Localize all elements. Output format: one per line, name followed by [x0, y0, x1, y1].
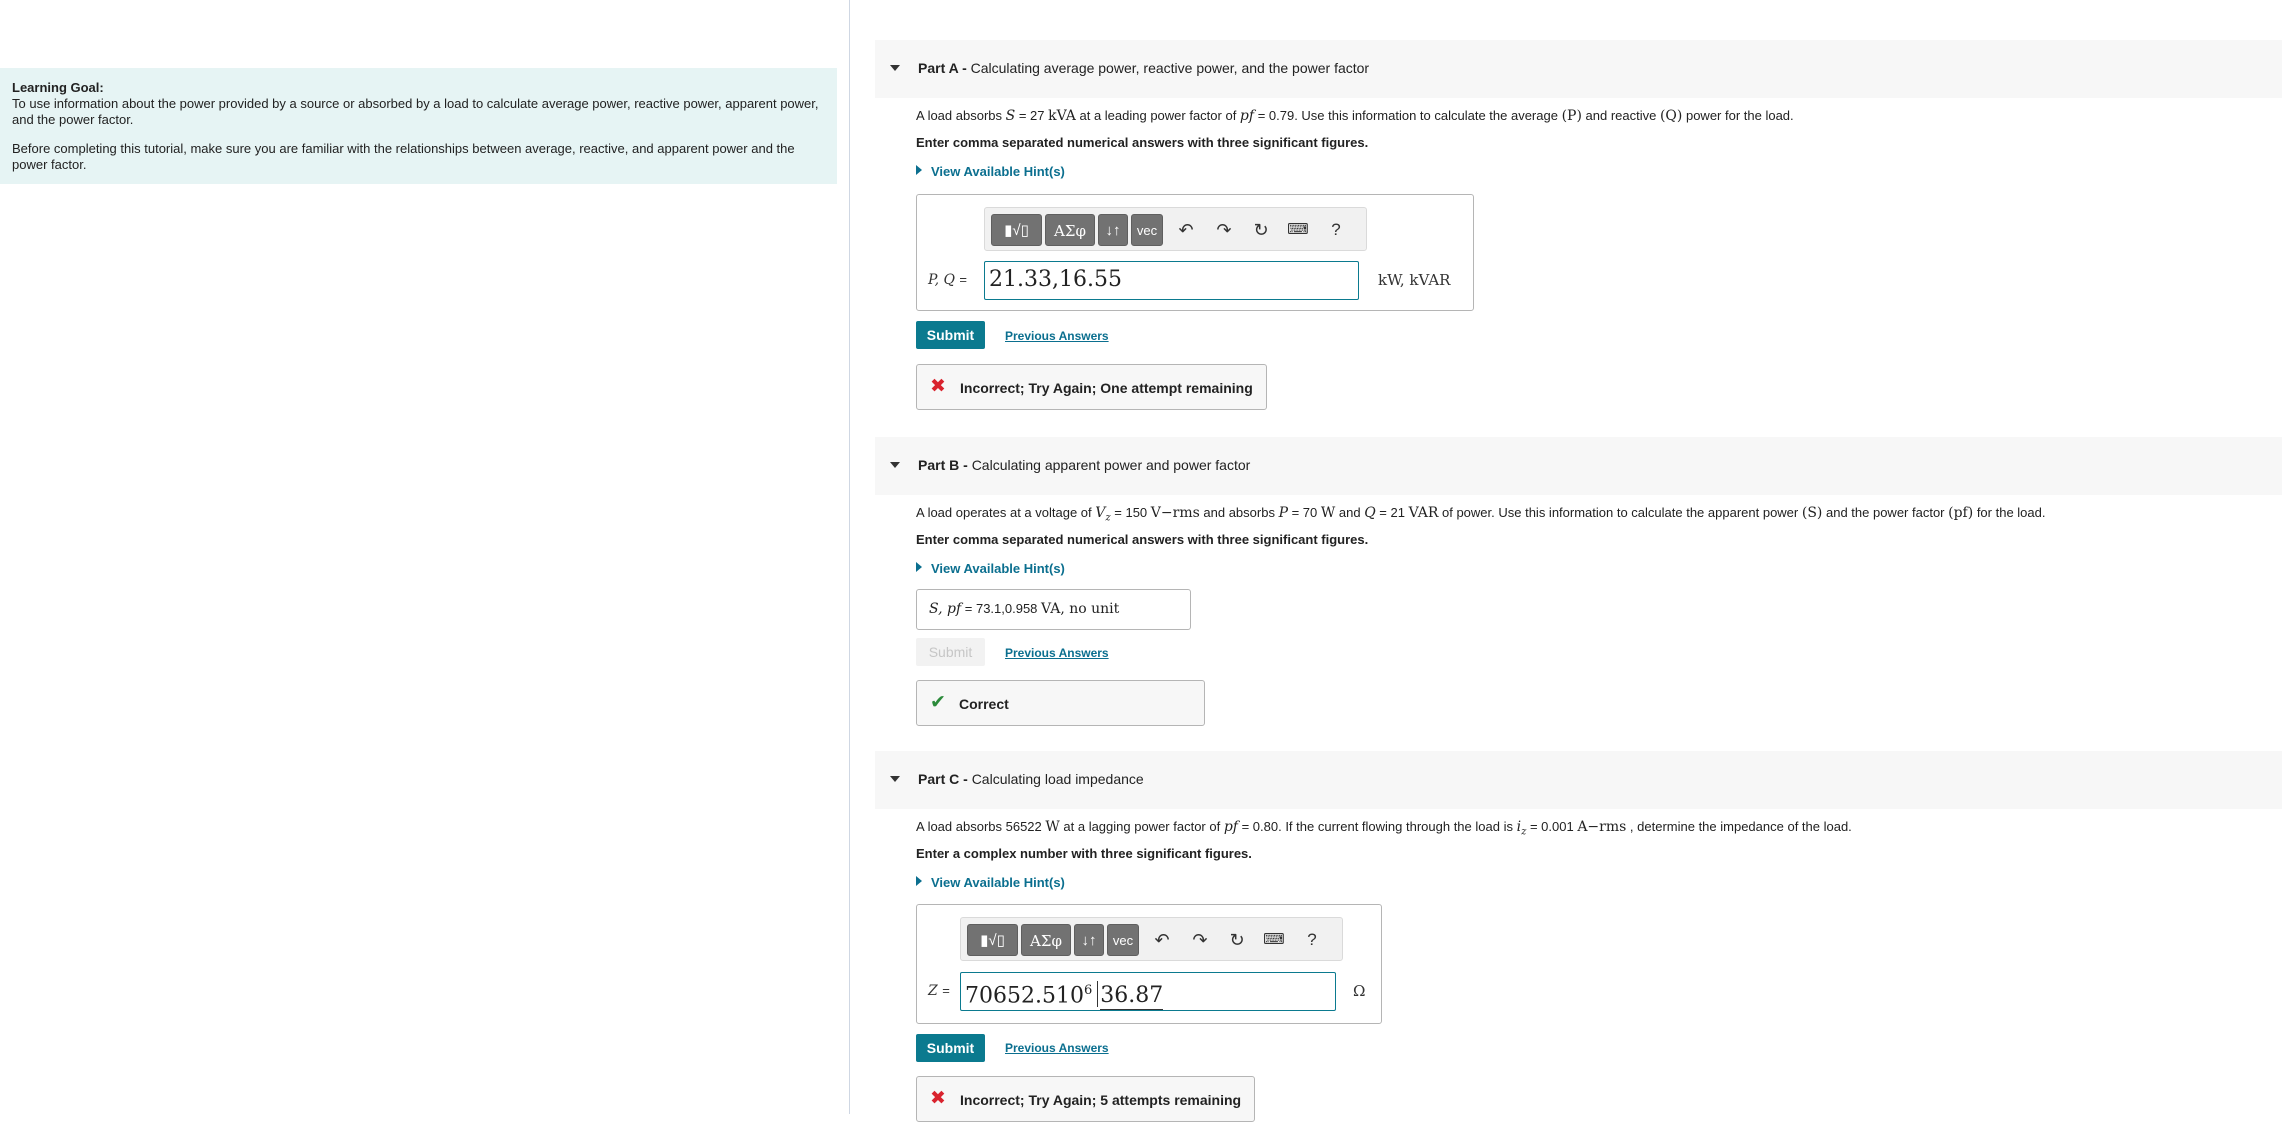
incorrect-x-icon: ✖	[930, 1088, 946, 1109]
collapse-caret-icon[interactable]	[890, 462, 900, 468]
part-b-title: Part B - Calculating apparent power and …	[918, 457, 1251, 473]
greek-symbols-button[interactable]: ΑΣφ	[1045, 214, 1095, 246]
part-b-answer-value: 73.1,0.958	[975, 601, 1038, 616]
incorrect-x-icon: ✖	[930, 376, 946, 397]
part-b-header[interactable]: Part B - Calculating apparent power and …	[875, 437, 2282, 495]
subscript-superscript-button[interactable]: ↓↑	[1098, 214, 1128, 246]
part-b-answer-display: S, pf = 73.1,0.958 VA, no unit	[916, 589, 1191, 630]
keyboard-icon[interactable]: ⌨	[1286, 218, 1310, 242]
part-c-feedback: ✖ Incorrect; Try Again; 5 attempts remai…	[916, 1076, 1255, 1122]
part-c-answer-box: ▮√▯ ΑΣφ ↓↑ vec ↶ ↷ ↻ ⌨ ? Z = 70652.5106 3…	[916, 904, 1382, 1024]
undo-icon[interactable]: ↶	[1174, 218, 1198, 242]
help-icon[interactable]: ?	[1300, 928, 1324, 952]
part-c-answer-label: Z =	[928, 983, 950, 999]
part-c-answer-input[interactable]: 70652.5106 36.87	[960, 972, 1336, 1011]
subscript-superscript-button[interactable]: ↓↑	[1074, 924, 1104, 956]
part-b-feedback-text: Correct	[959, 696, 1009, 712]
part-c-units: Ω	[1353, 982, 1366, 1000]
part-a-submit-button[interactable]: Submit	[916, 321, 985, 349]
part-c-instructions: Enter a complex number with three signif…	[916, 846, 1252, 861]
part-a-question: A load absorbs S = 27 kVA at a leading p…	[916, 108, 1794, 124]
hint-expand-icon	[916, 876, 922, 886]
learning-goal-text-2: Before completing this tutorial, make su…	[12, 141, 795, 172]
redo-icon[interactable]: ↷	[1188, 928, 1212, 952]
part-c-previous-answers-link[interactable]: Previous Answers	[1005, 1041, 1109, 1055]
part-a-header[interactable]: Part A - Calculating average power, reac…	[875, 40, 2282, 98]
learning-goal-title: Learning Goal:	[12, 80, 104, 95]
reset-icon[interactable]: ↻	[1225, 928, 1249, 952]
part-b-feedback: ✔ Correct	[916, 680, 1205, 726]
part-a-hint-link[interactable]: View Available Hint(s)	[916, 164, 1065, 179]
reset-icon[interactable]: ↻	[1249, 218, 1273, 242]
help-icon[interactable]: ?	[1324, 218, 1348, 242]
part-a-answer-label: P, Q =	[928, 272, 968, 288]
part-a-answer-input[interactable]: 21.33,16.55	[984, 261, 1359, 300]
part-c-header[interactable]: Part C - Calculating load impedance	[875, 751, 2282, 809]
greek-symbols-button[interactable]: ΑΣφ	[1021, 924, 1071, 956]
undo-icon[interactable]: ↶	[1150, 928, 1174, 952]
part-b-previous-answers-link[interactable]: Previous Answers	[1005, 646, 1109, 660]
templates-sqrt-button[interactable]: ▮√▯	[991, 214, 1042, 246]
learning-goal-text-1: To use information about the power provi…	[12, 96, 819, 127]
hint-expand-icon	[916, 562, 922, 572]
collapse-caret-icon[interactable]	[890, 65, 900, 71]
part-b-submit-button: Submit	[916, 638, 985, 666]
learning-goal-panel: Learning Goal: To use information about …	[0, 0, 850, 1114]
part-a-instructions: Enter comma separated numerical answers …	[916, 135, 1369, 150]
math-toolbar: ▮√▯ ΑΣφ ↓↑ vec ↶ ↷ ↻ ⌨ ?	[984, 207, 1367, 251]
part-a-units: kW, kVAR	[1378, 271, 1451, 289]
part-a-answer-box: ▮√▯ ΑΣφ ↓↑ vec ↶ ↷ ↻ ⌨ ? P, Q = 21.33,16…	[916, 194, 1474, 311]
part-a-feedback: ✖ Incorrect; Try Again; One attempt rema…	[916, 364, 1267, 410]
part-c-hint-link[interactable]: View Available Hint(s)	[916, 875, 1065, 890]
part-b-question: A load operates at a voltage of Vz = 150…	[916, 505, 2046, 524]
part-c-feedback-text: Incorrect; Try Again; 5 attempts remaini…	[960, 1092, 1242, 1108]
collapse-caret-icon[interactable]	[890, 776, 900, 782]
part-c-submit-button[interactable]: Submit	[916, 1034, 985, 1062]
part-a-feedback-text: Incorrect; Try Again; One attempt remain…	[960, 380, 1253, 396]
part-b-hint-link[interactable]: View Available Hint(s)	[916, 561, 1065, 576]
part-a-previous-answers-link[interactable]: Previous Answers	[1005, 329, 1109, 343]
correct-check-icon: ✔	[930, 692, 946, 713]
part-b-answer-line: S, pf = 73.1,0.958 VA, no unit	[929, 601, 1120, 617]
hint-expand-icon	[916, 165, 922, 175]
part-b-instructions: Enter comma separated numerical answers …	[916, 532, 1369, 547]
part-c-question: A load absorbs 56522 W at a lagging powe…	[916, 819, 1852, 838]
math-toolbar: ▮√▯ ΑΣφ ↓↑ vec ↶ ↷ ↻ ⌨ ?	[960, 917, 1343, 961]
vector-button[interactable]: vec	[1107, 924, 1139, 956]
keyboard-icon[interactable]: ⌨	[1262, 928, 1286, 952]
redo-icon[interactable]: ↷	[1212, 218, 1236, 242]
vector-button[interactable]: vec	[1131, 214, 1163, 246]
part-c-title: Part C - Calculating load impedance	[918, 771, 1144, 787]
panel-divider	[849, 0, 850, 1114]
templates-sqrt-button[interactable]: ▮√▯	[967, 924, 1018, 956]
part-a-title: Part A - Calculating average power, reac…	[918, 60, 1370, 76]
learning-goal-box: Learning Goal: To use information about …	[0, 68, 837, 184]
